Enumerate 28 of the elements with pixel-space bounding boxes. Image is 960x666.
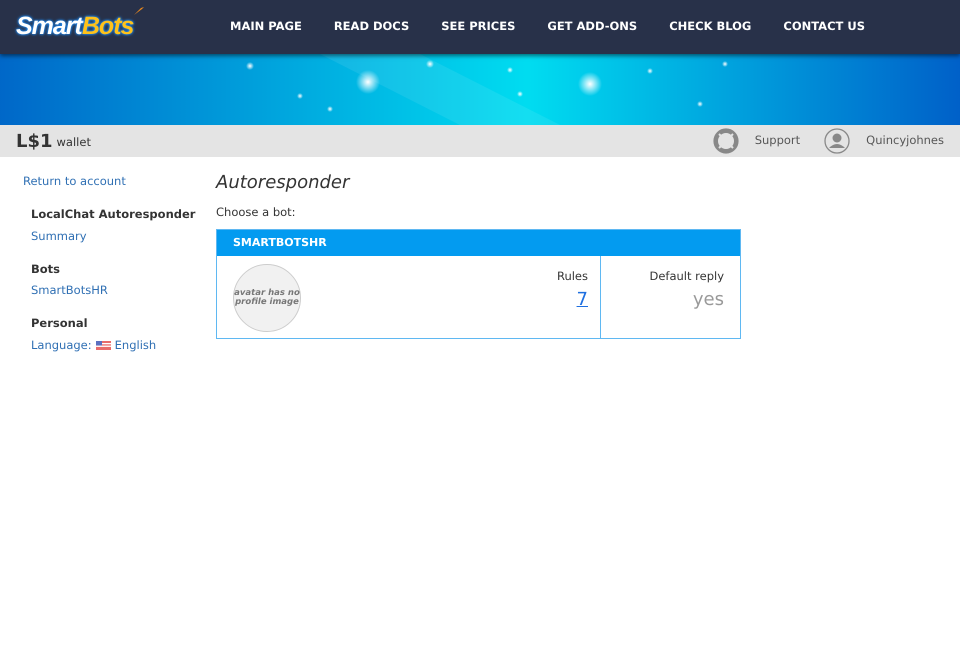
user-link[interactable]: Quincyjohnes [866, 132, 944, 150]
nav-link[interactable]: SEE PRICES [441, 18, 516, 36]
bot-name[interactable]: SMARTBOTSHR [217, 230, 740, 256]
nav-link[interactable]: GET ADD-ONS [547, 18, 638, 36]
language-link[interactable]: Language: English [31, 336, 216, 354]
nav-link[interactable]: MAIN PAGE [230, 18, 302, 36]
sidebar-link[interactable]: Summary [31, 228, 216, 245]
avatar-caption: avatar has no profile image [234, 288, 300, 308]
reply-label: Default reply [648, 268, 724, 286]
section-title: Bots [31, 260, 62, 278]
nav-link[interactable]: CONTACT US [783, 18, 865, 36]
wallet-label: wallet [56, 134, 91, 152]
rules-label: Rules [556, 268, 588, 286]
sidebar-link[interactable]: SmartBotsHR [31, 282, 216, 300]
section-title: Personal [31, 315, 89, 332]
reply-value: yes [692, 288, 724, 312]
page-title: Autoresponder [216, 171, 352, 195]
support-link[interactable]: Support [754, 132, 800, 150]
rules-count[interactable]: 7 [576, 286, 588, 312]
nav-link[interactable]: CHECK BLOG [669, 18, 752, 36]
section-title: LocalChat Autoresponder [31, 206, 196, 224]
lifebuoy-icon[interactable] [712, 128, 739, 154]
return-link[interactable]: Return to account [23, 173, 126, 190]
logo[interactable]: SmartBots [16, 8, 216, 46]
wallet-amount: L$1 [16, 130, 53, 154]
nav-link[interactable]: READ DOCS [334, 18, 410, 36]
user-icon[interactable] [824, 128, 850, 154]
prompt-text: Choose a bot: [216, 204, 297, 221]
